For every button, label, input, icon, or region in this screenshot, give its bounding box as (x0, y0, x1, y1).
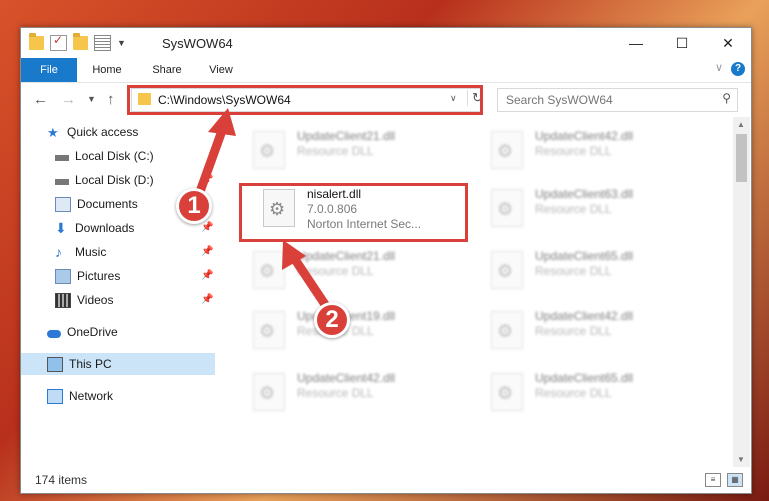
callout-badge-2: 2 (314, 302, 350, 338)
arrow-1-head (208, 108, 236, 136)
annotation-arrows (192, 108, 335, 317)
callout-badge-1: 1 (176, 188, 212, 224)
